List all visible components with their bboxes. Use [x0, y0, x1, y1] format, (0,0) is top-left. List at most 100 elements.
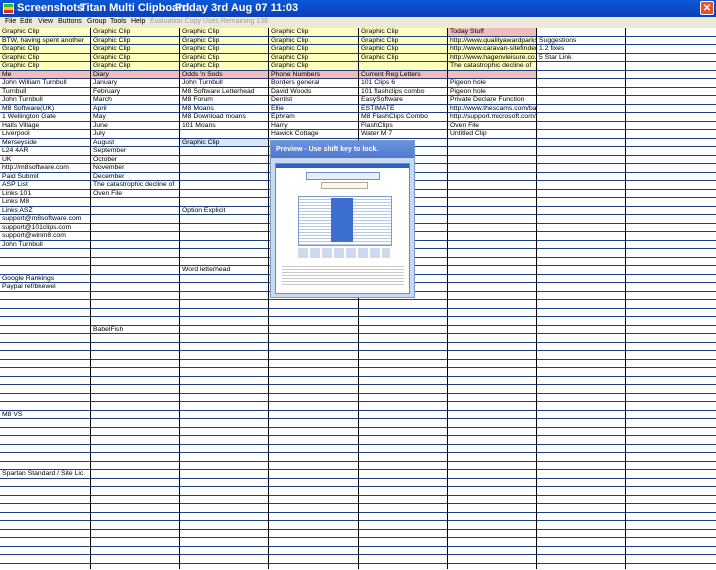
clip-cell[interactable]: Links 101 — [0, 190, 90, 198]
clip-cell[interactable]: June — [91, 122, 179, 130]
clip-cell[interactable]: 5 Star Link — [537, 54, 625, 62]
clip-cell[interactable] — [269, 360, 358, 368]
clip-cell[interactable] — [448, 360, 536, 368]
clip-cell[interactable] — [448, 309, 536, 317]
clip-cell[interactable] — [448, 394, 536, 402]
menu-view[interactable]: View — [38, 18, 53, 25]
clip-cell[interactable]: M8 Software(UK) — [0, 105, 90, 113]
clip-cell[interactable] — [448, 198, 536, 207]
clip-cell[interactable] — [359, 394, 447, 402]
clip-cell[interactable]: March — [91, 96, 179, 105]
clip-cell[interactable] — [180, 224, 268, 232]
clip-cell[interactable] — [359, 504, 447, 513]
clip-cell[interactable] — [180, 487, 268, 496]
clip-cell[interactable] — [359, 334, 447, 343]
clip-cell[interactable]: http://support.microsoft.com/kb — [448, 113, 536, 122]
clip-cell[interactable] — [448, 462, 536, 470]
clip-cell[interactable] — [448, 275, 536, 283]
clip-cell[interactable] — [91, 309, 179, 317]
clip-cell[interactable]: Graphic Clip — [0, 28, 90, 37]
clip-cell[interactable] — [180, 538, 268, 547]
clip-cell[interactable]: Graphic Clip — [91, 53, 179, 62]
clip-cell[interactable] — [0, 402, 90, 411]
clip-cell[interactable] — [537, 402, 625, 411]
menu-help[interactable]: Help — [131, 18, 145, 25]
clip-cell[interactable] — [0, 513, 90, 521]
clip-cell[interactable] — [91, 317, 179, 326]
clip-cell[interactable] — [269, 479, 358, 487]
clip-cell[interactable] — [626, 317, 716, 326]
clip-cell[interactable] — [269, 530, 358, 538]
clip-cell[interactable] — [448, 513, 536, 521]
clip-cell[interactable] — [180, 156, 268, 164]
clip-cell[interactable]: David Woods — [269, 88, 358, 96]
clip-cell[interactable] — [626, 436, 716, 445]
clip-cell[interactable] — [626, 504, 716, 513]
clip-cell[interactable] — [359, 368, 447, 377]
clip-cell[interactable] — [359, 453, 447, 462]
clip-cell[interactable]: Graphic Clip — [180, 138, 268, 147]
clip-cell[interactable] — [180, 530, 268, 538]
clip-cell[interactable] — [91, 462, 179, 470]
clip-cell[interactable] — [448, 326, 536, 334]
clip-cell[interactable]: Graphic Clip — [269, 36, 358, 45]
clip-cell[interactable] — [626, 96, 716, 105]
clip-cell[interactable]: 1.2 fixes — [537, 45, 625, 54]
clip-cell[interactable] — [537, 453, 625, 462]
clip-cell[interactable] — [0, 351, 90, 360]
clip-cell[interactable] — [269, 368, 358, 377]
clip-cell[interactable] — [0, 326, 90, 334]
clip-cell[interactable] — [359, 62, 447, 71]
clip-cell[interactable] — [269, 470, 358, 479]
clip-cell[interactable] — [91, 292, 179, 300]
clip-cell[interactable] — [180, 173, 268, 181]
clip-cell[interactable] — [180, 411, 268, 419]
clip-cell[interactable] — [626, 538, 716, 547]
clip-cell[interactable] — [269, 436, 358, 445]
clip-cell[interactable]: Paid Submit — [0, 173, 90, 181]
clip-cell[interactable] — [359, 343, 447, 351]
clip-cell[interactable]: October — [91, 156, 179, 164]
clip-cell[interactable] — [269, 394, 358, 402]
clip-cell[interactable]: Option Explicit — [180, 207, 268, 215]
clip-cell[interactable] — [91, 504, 179, 513]
clip-cell[interactable] — [180, 190, 268, 198]
clip-cell[interactable] — [448, 70, 536, 79]
clip-cell[interactable] — [448, 283, 536, 292]
clip-cell[interactable] — [626, 496, 716, 504]
clip-cell[interactable] — [537, 71, 625, 79]
clip-cell[interactable] — [180, 377, 268, 385]
clip-cell[interactable] — [359, 496, 447, 504]
clip-cell[interactable] — [626, 428, 716, 436]
clip-cell[interactable] — [180, 547, 268, 555]
clip-cell[interactable]: Graphic Clip — [180, 45, 268, 54]
clip-cell[interactable] — [91, 249, 179, 258]
clip-cell[interactable] — [626, 215, 716, 224]
clip-cell[interactable] — [359, 530, 447, 538]
clip-cell[interactable] — [180, 147, 268, 156]
clip-cell[interactable] — [448, 190, 536, 198]
clip-cell[interactable] — [91, 343, 179, 351]
clip-cell[interactable] — [180, 521, 268, 530]
clip-cell[interactable] — [269, 402, 358, 411]
clip-cell[interactable] — [269, 309, 358, 317]
clip-cell[interactable] — [537, 343, 625, 351]
clip-cell[interactable] — [180, 504, 268, 513]
clip-cell[interactable] — [626, 147, 716, 156]
clip-cell[interactable] — [91, 521, 179, 530]
clip-cell[interactable] — [626, 71, 716, 79]
clip-cell[interactable] — [359, 547, 447, 555]
clip-cell[interactable] — [537, 88, 625, 96]
clip-cell[interactable] — [180, 360, 268, 368]
clip-cell[interactable]: Water M 7 — [359, 130, 447, 139]
clip-cell[interactable]: January — [91, 79, 179, 88]
clip-cell[interactable] — [626, 487, 716, 496]
clip-cell[interactable]: 1 Wellington Gate — [0, 113, 90, 122]
clip-cell[interactable] — [180, 343, 268, 351]
clip-cell[interactable] — [91, 283, 179, 292]
clip-cell[interactable] — [626, 368, 716, 377]
clip-cell[interactable]: BTW, having spent another — [0, 36, 90, 45]
clip-cell[interactable] — [0, 309, 90, 317]
clip-cell[interactable] — [626, 419, 716, 428]
clip-cell[interactable] — [180, 326, 268, 334]
